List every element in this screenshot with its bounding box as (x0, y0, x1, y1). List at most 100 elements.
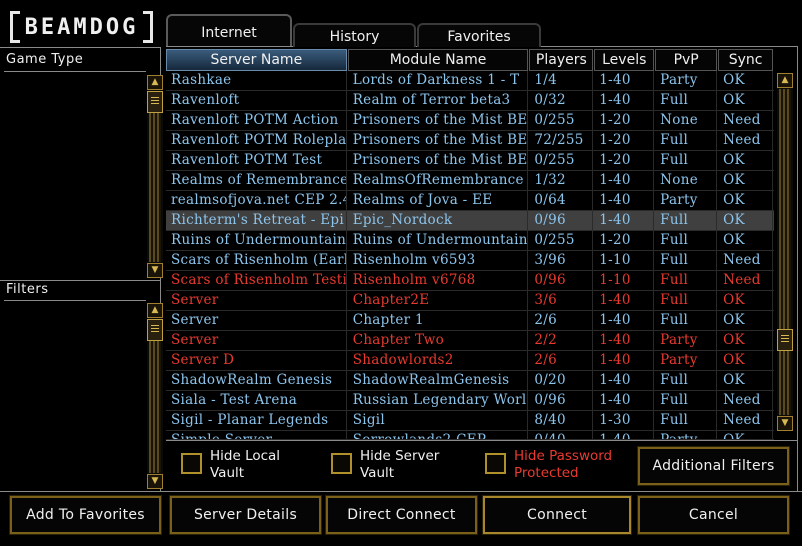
scrollbar-track[interactable] (149, 91, 161, 262)
cell-levels: 1-20 (594, 131, 655, 151)
cell-players: 0/255 (529, 231, 594, 251)
frame-top-divider (0, 47, 160, 48)
scrollbar-thumb[interactable] (147, 91, 163, 113)
cell-levels: 1-20 (594, 151, 655, 171)
cell-levels: 1-10 (594, 271, 655, 291)
cell-levels: 1-40 (594, 191, 655, 211)
tab-favorites[interactable]: Favorites (417, 23, 541, 47)
scroll-down-arrow-icon[interactable]: ▼ (147, 263, 163, 278)
table-row[interactable]: Ravenloft POTM Action Prisoners of the Mi… (166, 111, 774, 131)
scroll-down-arrow-icon[interactable]: ▼ (777, 416, 793, 431)
server-details-button[interactable]: Server Details (169, 495, 322, 535)
add-to-favorites-button[interactable]: Add To Favorites (9, 495, 162, 535)
column-header-module-name[interactable]: Module Name (347, 49, 529, 71)
table-row[interactable]: Ruins of Undermountain Ruins of Undermoun… (166, 231, 774, 251)
cell-sync: OK (718, 331, 773, 351)
cell-sync: OK (718, 91, 773, 111)
cell-sync: OK (718, 291, 773, 311)
game-type-list[interactable] (4, 71, 146, 277)
additional-filters-button[interactable]: Additional Filters (637, 446, 790, 486)
checkbox-box[interactable] (331, 453, 352, 474)
cell-module-name: Prisoners of the Mist BE (348, 151, 529, 171)
hide-server-vault-checkbox[interactable]: Hide Server Vault (331, 448, 451, 482)
cell-levels: 1-40 (594, 351, 655, 371)
table-row[interactable]: Scars of Risenholm Testi Risenholm v6768 0… (166, 271, 774, 291)
cancel-button[interactable]: Cancel (637, 495, 790, 535)
scrollbar-thumb[interactable] (147, 319, 163, 341)
cell-module-name: Russian Legendary World (348, 391, 529, 411)
table-row[interactable]: Scars of Risenholm (Early Risenholm v6593… (166, 251, 774, 271)
cell-pvp: Party (655, 71, 718, 91)
filters-list[interactable] (4, 300, 146, 488)
column-header-server-name[interactable]: Server Name (166, 49, 347, 71)
table-row[interactable]: Siala - Test Arena Russian Legendary Worl… (166, 391, 774, 411)
column-header-pvp[interactable]: PvP (655, 49, 718, 71)
table-row[interactable]: Server Chapter2E 3/6 1-40 Full OK (166, 291, 774, 311)
scroll-up-arrow-icon[interactable]: ▲ (147, 75, 163, 90)
cell-module-name: Prisoners of the Mist BE (348, 131, 529, 151)
cell-pvp: None (655, 111, 718, 131)
scrollbar-track[interactable] (149, 319, 161, 473)
cell-sync: OK (718, 371, 773, 391)
cell-module-name: Lords of Darkness 1 - T (348, 71, 529, 91)
cell-sync: Need (718, 251, 773, 271)
cell-server-name: Server (166, 311, 347, 331)
column-header-players[interactable]: Players (529, 49, 594, 71)
table-row[interactable]: ShadowRealm Genesis ShadowRealmGenesis 0/2… (166, 371, 774, 391)
server-table-scrollbar[interactable]: ▲ ▼ (777, 73, 793, 431)
scroll-up-arrow-icon[interactable]: ▲ (777, 73, 793, 88)
column-header-sync[interactable]: Sync (718, 49, 774, 71)
checkbox-box[interactable] (181, 453, 202, 474)
scroll-down-arrow-icon[interactable]: ▼ (147, 474, 163, 489)
scroll-up-arrow-icon[interactable]: ▲ (147, 303, 163, 318)
server-table: Server Name Module Name Players Levels P… (166, 49, 774, 440)
table-row[interactable]: Simple Server Sorrowlands2 CEP 0/40 1-40 Par… (166, 431, 774, 440)
cell-pvp: Party (655, 351, 718, 371)
cell-pvp: Party (655, 431, 718, 439)
cell-pvp: Full (655, 271, 718, 291)
hide-password-protected-checkbox[interactable]: Hide Password Protected (485, 448, 625, 482)
table-row[interactable]: Ravenloft Realm of Terror beta3 0/32 1-40 Fu… (166, 91, 774, 111)
cell-players: 0/40 (529, 431, 594, 439)
table-row[interactable]: Realms of Remembrance RealmsOfRemembrance… (166, 171, 774, 191)
cell-server-name: Realms of Remembrance (166, 171, 347, 191)
cell-pvp: Full (655, 211, 718, 231)
cell-levels: 1-40 (594, 91, 655, 111)
cell-players: 2/6 (529, 311, 594, 331)
table-row[interactable]: Server Chapter Two 2/2 1-40 Party OK (166, 331, 774, 351)
table-row[interactable]: Ravenloft POTM Test Prisoners of the Mist… (166, 151, 774, 171)
table-row[interactable]: Rashkae Lords of Darkness 1 - T 1/4 1-40 Par… (166, 71, 774, 91)
cell-pvp: Full (655, 291, 718, 311)
direct-connect-button[interactable]: Direct Connect (325, 495, 478, 535)
checkbox-box[interactable] (485, 453, 506, 474)
filters-title: Filters (6, 282, 49, 297)
cell-sync: OK (718, 211, 773, 231)
table-row[interactable]: Sigil - Planar Legends Sigil 8/40 1-30 Full N… (166, 411, 774, 431)
cell-players: 1/32 (529, 171, 594, 191)
cell-module-name: Chapter Two (348, 331, 529, 351)
frame-bottom-divider (0, 491, 802, 492)
table-row[interactable]: Ravenloft POTM Rolepla Prisoners of the M… (166, 131, 774, 151)
tab-history[interactable]: History (293, 23, 416, 47)
connect-button[interactable]: Connect (482, 495, 632, 535)
table-row[interactable]: Server Chapter 1 2/6 1-40 Full OK (166, 311, 774, 331)
table-body: Rashkae Lords of Darkness 1 - T 1/4 1-40 Par… (166, 71, 774, 440)
table-row[interactable]: Server D Shadowlords2 2/6 1-40 Party OK (166, 351, 774, 371)
scrollbar-thumb[interactable] (777, 329, 793, 351)
beamdog-logo: BEAMDOG (10, 11, 153, 43)
column-header-levels[interactable]: Levels (594, 49, 655, 71)
cell-levels: 1-40 (594, 171, 655, 191)
cell-server-name: Ravenloft POTM Action (166, 111, 347, 131)
filters-scrollbar[interactable]: ▲ ▼ (147, 303, 163, 489)
cell-pvp: Full (655, 91, 718, 111)
cell-module-name: Risenholm v6593 (348, 251, 529, 271)
table-row[interactable]: realmsofjova.net CEP 2.4 Realms of Jova -… (166, 191, 774, 211)
scrollbar-track[interactable] (779, 89, 791, 415)
cell-pvp: Full (655, 391, 718, 411)
cell-levels: 1-30 (594, 411, 655, 431)
table-row[interactable]: Richterm's Retreat - Epi Epic_Nordock 0/96… (166, 211, 774, 231)
game-type-scrollbar[interactable]: ▲ ▼ (147, 75, 163, 278)
hide-local-vault-checkbox[interactable]: Hide Local Vault (181, 448, 291, 482)
cell-sync: Need (718, 111, 773, 131)
tab-internet[interactable]: Internet (166, 14, 292, 46)
